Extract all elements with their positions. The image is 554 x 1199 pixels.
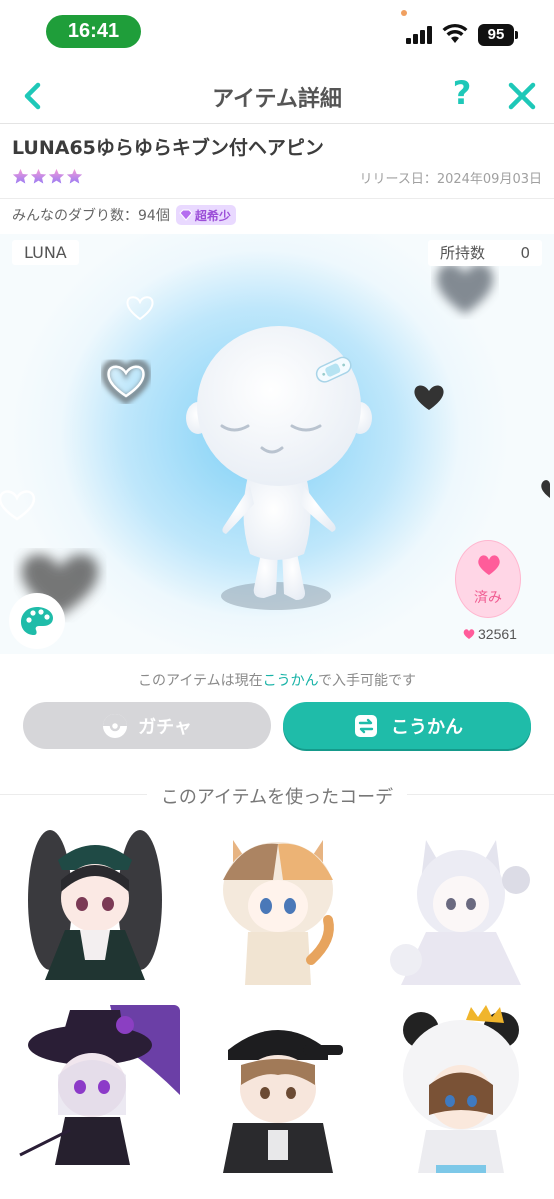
availability-highlight: こうかん [262, 673, 318, 689]
help-button[interactable]: ? [446, 74, 478, 114]
heart-decoration-icon [126, 296, 154, 321]
rarity-badge: 超希少 [175, 205, 236, 225]
heart-decoration-icon [101, 359, 151, 405]
like-button[interactable]: 済み [455, 540, 521, 618]
rarity-badge-label: 超希少 [194, 208, 231, 223]
item-preview: LUNA 所持数 0 済み 32561 [0, 234, 554, 654]
release-date: リリース日：2024年09月03日 [359, 172, 542, 187]
gacha-button-label: ガチャ [138, 716, 192, 738]
coordinate-thumbnail[interactable] [193, 1005, 363, 1175]
status-time: 16:41 [46, 15, 141, 48]
coordinate-thumbnail[interactable] [10, 820, 180, 990]
trade-button[interactable]: こうかん [283, 702, 531, 749]
owned-count-value: 0 [520, 244, 530, 262]
coordinate-thumbnail[interactable] [376, 1005, 546, 1175]
trade-button-label: こうかん [391, 716, 463, 738]
star-icon [48, 168, 65, 184]
duplicates-row: みんなのダブり数：94個 超希少 [12, 205, 236, 225]
coordinates-title: このアイテムを使ったコーデ [146, 787, 408, 808]
item-name: LUNA65ゆらゆらキブン付ヘアピン [12, 137, 324, 159]
coordinate-thumbnail[interactable] [193, 820, 363, 990]
palette-icon [21, 607, 53, 635]
wifi-icon [442, 23, 468, 43]
exchange-icon [355, 714, 377, 737]
like-button-label: 済み [474, 590, 502, 606]
heart-decoration-icon [541, 480, 550, 498]
close-icon[interactable] [506, 80, 538, 112]
diamond-icon [179, 209, 193, 221]
coordinate-thumbnail[interactable] [10, 1005, 180, 1175]
navigation-bar: アイテム詳細 ? [0, 68, 554, 124]
star-icon [66, 168, 83, 184]
coordinates-section-title: このアイテムを使ったコーデ [0, 783, 554, 809]
availability-prefix: このアイテムは現在 [138, 673, 263, 689]
duplicates-count: みんなのダブり数：94個 [12, 208, 170, 224]
battery-indicator: 95 [478, 24, 518, 46]
heart-icon [478, 555, 500, 575]
heart-decoration-icon [0, 490, 36, 521]
availability-text: このアイテムは現在こうかんで入手可能です [0, 670, 554, 690]
palette-button[interactable] [9, 593, 65, 649]
heart-decoration-icon [414, 385, 444, 410]
like-count-value: 32561 [478, 626, 517, 642]
like-count: 32561 [462, 626, 517, 642]
availability-suffix: で入手可能です [317, 673, 416, 689]
owned-count-tag: 所持数 0 [428, 240, 542, 266]
star-icon [12, 168, 29, 184]
coordinate-thumbnail[interactable] [376, 820, 546, 990]
brand-tag: LUNA [12, 240, 79, 265]
star-icon [30, 168, 47, 184]
privacy-indicator [401, 10, 407, 16]
owned-count-label: 所持数 [440, 244, 486, 262]
avatar-preview [186, 326, 372, 610]
rarity-stars [12, 168, 83, 188]
divider [0, 198, 554, 199]
small-heart-icon [463, 629, 475, 639]
cellular-signal-icon [406, 26, 434, 44]
status-bar: 16:41 95 [0, 0, 554, 68]
gacha-button[interactable]: ガチャ [23, 702, 271, 749]
capsule-icon [103, 713, 128, 738]
